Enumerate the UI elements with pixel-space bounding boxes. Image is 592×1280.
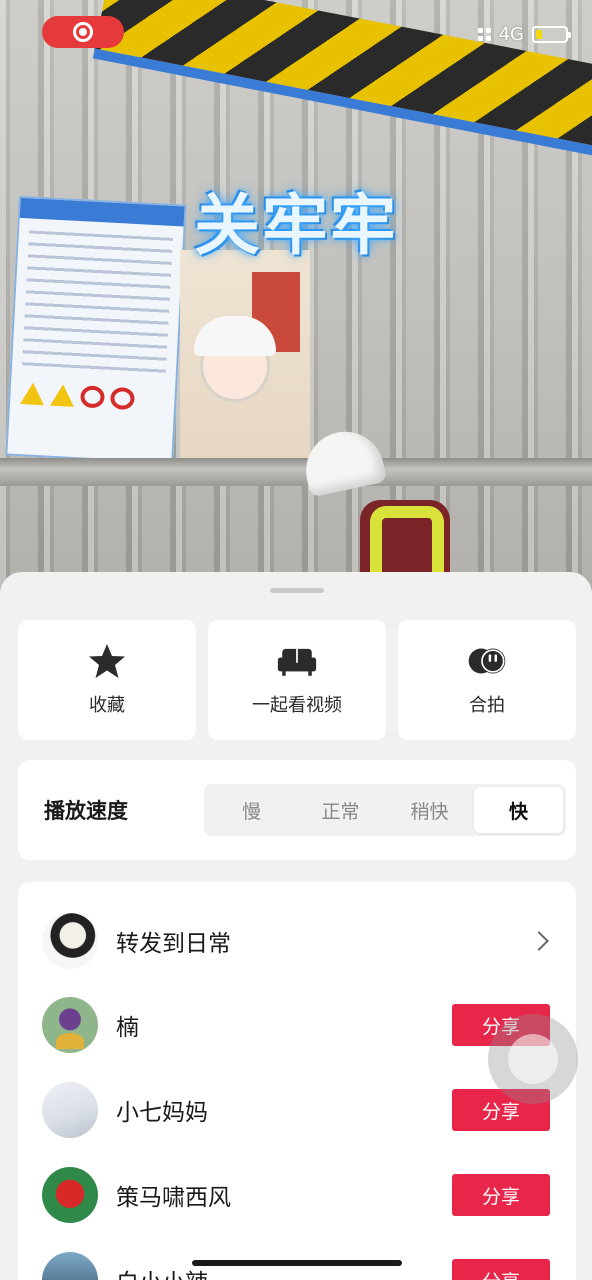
network-type: 4G — [498, 24, 524, 45]
duet-icon — [468, 648, 506, 674]
assistive-touch-button[interactable] — [488, 1014, 578, 1104]
speed-option-slightly-fast[interactable]: 稍快 — [385, 787, 474, 833]
watch-together-button[interactable]: 一起看视频 — [208, 620, 386, 740]
status-bar: 4G — [477, 24, 571, 45]
share-button[interactable]: 分享 — [452, 1259, 550, 1280]
contact-name: 小七妈妈 — [116, 1100, 208, 1126]
duet-label: 合拍 — [469, 695, 505, 716]
list-item: 小七妈妈 分享 — [18, 1075, 576, 1145]
contact-name: 策马啸西风 — [116, 1185, 231, 1211]
avatar — [42, 997, 98, 1053]
battery-icon — [532, 26, 571, 43]
favorite-button[interactable]: 收藏 — [18, 620, 196, 740]
avatar — [42, 913, 98, 969]
star-icon — [89, 644, 125, 678]
speed-option-normal[interactable]: 正常 — [296, 787, 385, 833]
duet-button[interactable]: 合拍 — [398, 620, 576, 740]
contact-name: 楠 — [116, 1015, 139, 1041]
playback-speed-card: 播放速度 慢 正常 稍快 快 — [18, 760, 576, 860]
forward-to-daily-row[interactable]: 转发到日常 — [18, 906, 576, 976]
avatar — [42, 1167, 98, 1223]
cartoon-poster — [180, 250, 310, 460]
favorite-label: 收藏 — [89, 695, 125, 716]
record-icon — [73, 22, 93, 42]
avatar — [42, 1252, 98, 1280]
chevron-right-icon — [529, 931, 549, 951]
share-list: 转发到日常 楠 分享 小七妈妈 分享 策马啸西风 分享 白小小辣 分享 — [18, 882, 576, 1280]
forward-to-daily-label: 转发到日常 — [116, 931, 231, 957]
sheet-grabber[interactable] — [270, 588, 324, 593]
video-player[interactable]: 关牢牢 — [0, 0, 592, 600]
watch-together-label: 一起看视频 — [252, 695, 342, 716]
speed-option-fast[interactable]: 快 — [474, 787, 563, 833]
list-item: 策马啸西风 分享 — [18, 1160, 576, 1230]
wall-rail — [0, 458, 592, 486]
playback-speed-title: 播放速度 — [44, 799, 128, 823]
speed-option-slow[interactable]: 慢 — [207, 787, 296, 833]
share-sheet: 收藏 一起看视频 合拍 播放速度 慢 正常 稍快 快 转发到日常 楠 分享 小七… — [0, 572, 592, 1280]
playback-speed-selector: 慢 正常 稍快 快 — [204, 784, 566, 836]
home-indicator[interactable] — [192, 1260, 402, 1266]
sofa-icon — [277, 648, 317, 676]
avatar — [42, 1082, 98, 1138]
signal-icon — [477, 28, 491, 41]
video-caption: 关牢牢 — [194, 187, 398, 264]
share-button[interactable]: 分享 — [452, 1174, 550, 1216]
screen-recording-indicator[interactable] — [42, 16, 124, 48]
quick-actions: 收藏 一起看视频 合拍 — [18, 620, 576, 740]
